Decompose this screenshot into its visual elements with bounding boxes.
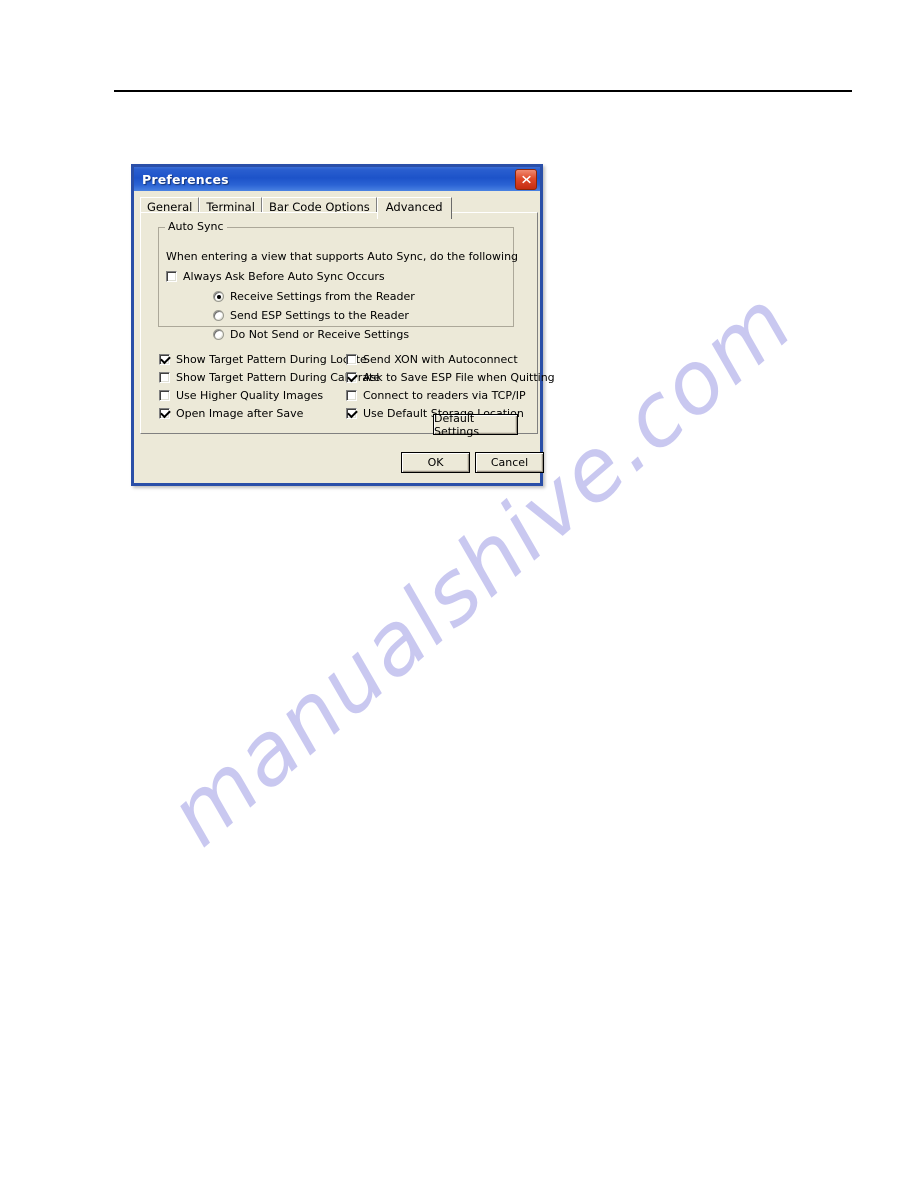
checkbox-show-target-pattern-during-locate[interactable]: Show Target Pattern During Locate: [159, 353, 367, 366]
checkbox-always-ask-before-auto-sync[interactable]: Always Ask Before Auto Sync Occurs: [166, 270, 385, 283]
checkbox-connect-to-readers-via-tcpip[interactable]: Connect to readers via TCP/IP: [346, 389, 526, 402]
checkbox-box: [346, 408, 357, 419]
checkbox-box: [159, 372, 170, 383]
checkbox-box: [346, 372, 357, 383]
checkbox-box: [159, 390, 170, 401]
cancel-button[interactable]: Cancel: [475, 452, 544, 473]
advanced-tab-panel: Auto Sync When entering a view that supp…: [140, 212, 555, 434]
checkbox-box: [346, 354, 357, 365]
radio-label: Receive Settings from the Reader: [230, 290, 415, 303]
ok-button[interactable]: OK: [401, 452, 470, 473]
radio-do-not-send-or-receive-settings[interactable]: Do Not Send or Receive Settings: [213, 328, 409, 341]
radio-dot: [213, 291, 224, 302]
auto-sync-legend: Auto Sync: [165, 220, 227, 233]
checkbox-label: Show Target Pattern During Locate: [176, 353, 367, 366]
checkbox-open-image-after-save[interactable]: Open Image after Save: [159, 407, 303, 420]
checkbox-label: Use Higher Quality Images: [176, 389, 324, 402]
radio-dot: [213, 329, 224, 340]
dialog-titlebar: Preferences: [131, 164, 543, 191]
radio-send-esp-settings-to-reader[interactable]: Send ESP Settings to the Reader: [213, 309, 409, 322]
checkbox-ask-to-save-esp-file-when-quitting[interactable]: Ask to Save ESP File when Quitting: [346, 371, 555, 384]
auto-sync-description: When entering a view that supports Auto …: [166, 250, 519, 263]
preferences-dialog: Preferences General Terminal Bar Code Op…: [131, 164, 555, 486]
radio-label: Send ESP Settings to the Reader: [230, 309, 409, 322]
page-header-rule: [114, 90, 852, 92]
document-page: manualshive.com Preferences General Term…: [0, 0, 918, 1188]
dialog-title: Preferences: [142, 171, 229, 187]
checkbox-send-xon-with-autoconnect[interactable]: Send XON with Autoconnect: [346, 353, 518, 366]
radio-label: Do Not Send or Receive Settings: [230, 328, 410, 341]
radio-dot: [213, 310, 224, 321]
checkbox-box: [166, 271, 177, 282]
tab-advanced[interactable]: Advanced: [376, 197, 452, 219]
checkbox-label: Always Ask Before Auto Sync Occurs: [183, 270, 385, 283]
checkbox-box: [159, 408, 170, 419]
checkbox-label: Connect to readers via TCP/IP: [363, 389, 526, 402]
close-icon[interactable]: [515, 169, 537, 190]
checkbox-label: Open Image after Save: [176, 407, 304, 420]
checkbox-label: Ask to Save ESP File when Quitting: [363, 371, 555, 384]
radio-receive-settings-from-reader[interactable]: Receive Settings from the Reader: [213, 290, 415, 303]
checkbox-box: [346, 390, 357, 401]
checkbox-box: [159, 354, 170, 365]
checkbox-use-higher-quality-images[interactable]: Use Higher Quality Images: [159, 389, 323, 402]
default-settings-button[interactable]: Default Settings: [433, 412, 518, 438]
checkbox-label: Send XON with Autoconnect: [363, 353, 518, 366]
